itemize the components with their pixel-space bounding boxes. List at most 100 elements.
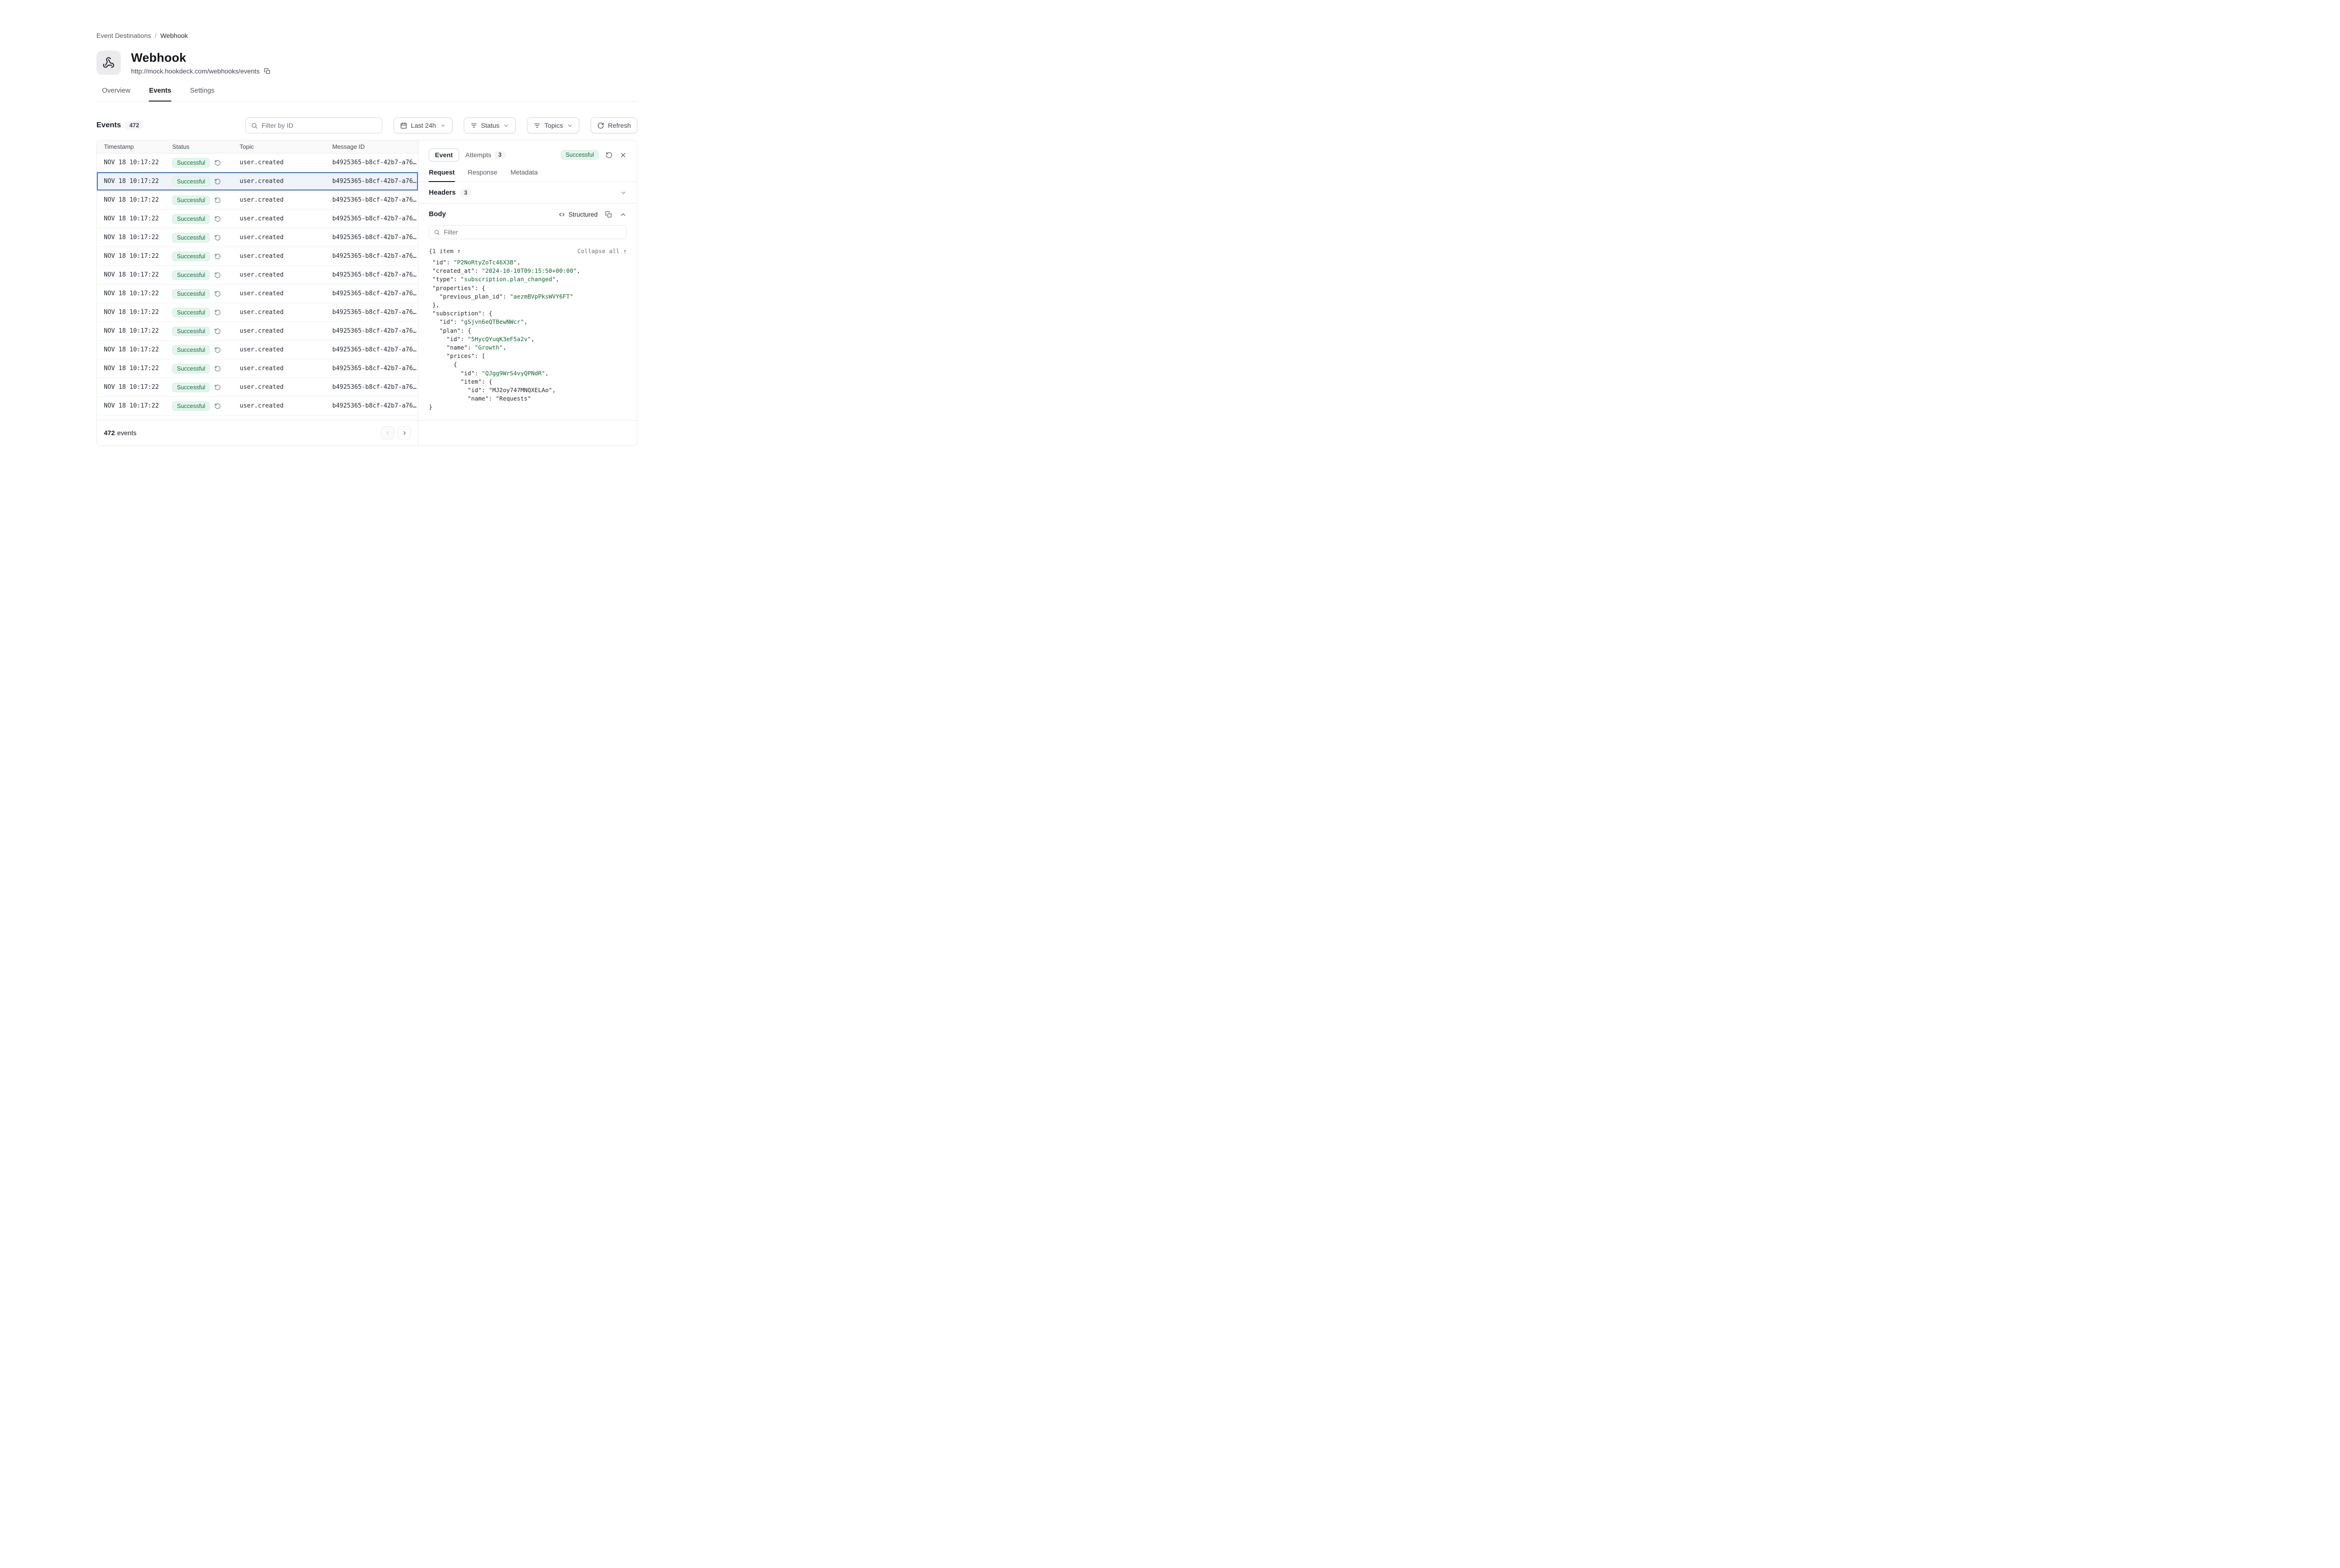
event-tab-chip[interactable]: Event <box>429 148 459 161</box>
tab-events[interactable]: Events <box>149 87 171 102</box>
table-row[interactable]: NOV 18 10:17:22Successfuluser.createdb49… <box>97 303 418 322</box>
json-line: "prices": [ <box>429 352 627 360</box>
retry-icon[interactable] <box>214 328 221 335</box>
status-filter-button[interactable]: Status <box>464 117 516 133</box>
cell-timestamp: NOV 18 10:17:22 <box>104 365 172 372</box>
retry-icon[interactable] <box>214 403 221 409</box>
chevron-up-icon[interactable] <box>620 211 627 218</box>
page: Event Destinations / Webhook Webhook htt… <box>96 32 637 446</box>
cell-topic: user.created <box>240 384 332 391</box>
table-row[interactable]: NOV 18 10:17:22Successfuluser.createdb49… <box>97 397 418 416</box>
cell-message-id: b4925365-b8cf-42b7-a76… <box>332 234 418 241</box>
subtab-response[interactable]: Response <box>468 168 497 182</box>
retry-event-icon[interactable] <box>606 152 613 159</box>
retry-icon[interactable] <box>214 197 221 204</box>
body-filter-searchbox[interactable] <box>429 225 627 239</box>
pagination <box>381 426 411 439</box>
topics-filter-button[interactable]: Topics <box>527 117 579 133</box>
retry-icon[interactable] <box>214 234 221 241</box>
attempts-tab[interactable]: Attempts 3 <box>466 151 505 159</box>
cell-message-id: b4925365-b8cf-42b7-a76… <box>332 178 418 185</box>
code-brackets-icon <box>558 211 565 218</box>
close-panel-icon[interactable] <box>620 152 627 159</box>
filter-icon <box>470 122 477 129</box>
retry-icon[interactable] <box>214 253 221 260</box>
cell-timestamp: NOV 18 10:17:22 <box>104 253 172 260</box>
table-row[interactable]: NOV 18 10:17:22Successfuluser.createdb49… <box>97 378 418 397</box>
retry-icon[interactable] <box>214 365 221 372</box>
cell-message-id: b4925365-b8cf-42b7-a76… <box>332 402 418 409</box>
subtab-metadata[interactable]: Metadata <box>511 168 538 182</box>
breadcrumb-parent-link[interactable]: Event Destinations <box>96 32 151 39</box>
retry-icon[interactable] <box>214 272 221 278</box>
table-row[interactable]: NOV 18 10:17:22Successfuluser.createdb49… <box>97 172 418 191</box>
cell-timestamp: NOV 18 10:17:22 <box>104 234 172 241</box>
next-page-button[interactable] <box>398 426 411 439</box>
cell-timestamp: NOV 18 10:17:22 <box>104 402 172 409</box>
headers-section-title: Headers <box>429 189 455 197</box>
cell-message-id: b4925365-b8cf-42b7-a76… <box>332 290 418 297</box>
table-row[interactable]: NOV 18 10:17:22Successfuluser.createdb49… <box>97 322 418 341</box>
retry-icon[interactable] <box>214 178 221 185</box>
retry-icon[interactable] <box>214 347 221 353</box>
webhook-icon <box>96 51 121 75</box>
chevron-right-icon <box>402 430 408 436</box>
table-row[interactable]: NOV 18 10:17:22Successfuluser.createdb49… <box>97 191 418 210</box>
breadcrumb-current: Webhook <box>161 32 188 39</box>
cell-status: Successful <box>172 364 240 373</box>
tab-settings[interactable]: Settings <box>190 87 214 101</box>
copy-url-icon[interactable] <box>264 68 271 74</box>
cell-status: Successful <box>172 158 240 168</box>
body-section-title: Body <box>429 211 446 218</box>
refresh-button[interactable]: Refresh <box>591 117 637 133</box>
detail-header: Event Attempts 3 Successful <box>418 140 637 161</box>
table-row[interactable]: NOV 18 10:17:22Successfuluser.createdb49… <box>97 284 418 303</box>
retry-icon[interactable] <box>214 291 221 297</box>
tab-overview[interactable]: Overview <box>102 87 130 101</box>
table-row[interactable]: NOV 18 10:17:22Successfuluser.createdb49… <box>97 247 418 266</box>
chevron-down-icon[interactable] <box>620 190 627 196</box>
structured-view-toggle[interactable]: Structured <box>558 211 598 218</box>
copy-body-icon[interactable] <box>605 211 612 218</box>
body-filter-input[interactable] <box>444 229 622 236</box>
json-line: }, <box>429 301 627 309</box>
table-row[interactable]: NOV 18 10:17:22Successfuluser.createdb49… <box>97 228 418 247</box>
status-badge: Successful <box>172 401 210 411</box>
cell-topic: user.created <box>240 253 332 260</box>
headers-count-badge: 3 <box>461 189 471 197</box>
refresh-label: Refresh <box>608 122 631 129</box>
status-filter-label: Status <box>481 122 500 129</box>
filter-by-id-input[interactable] <box>262 122 377 129</box>
header-text: Webhook http://mock.hookdeck.com/webhook… <box>131 51 271 75</box>
cell-topic: user.created <box>240 365 332 372</box>
json-root-toggle[interactable]: {1 item ↑ <box>429 248 461 255</box>
retry-icon[interactable] <box>214 216 221 222</box>
table-row[interactable]: NOV 18 10:17:22Successfuluser.createdb49… <box>97 341 418 359</box>
retry-icon[interactable] <box>214 160 221 166</box>
subtab-request[interactable]: Request <box>429 168 454 182</box>
json-line: { <box>429 360 627 369</box>
status-badge: Successful <box>172 345 210 355</box>
filter-by-id-searchbox[interactable] <box>245 117 382 133</box>
previous-page-button[interactable] <box>381 426 394 439</box>
table-row[interactable]: NOV 18 10:17:22Successfuluser.createdb49… <box>97 359 418 378</box>
retry-icon[interactable] <box>214 384 221 391</box>
table-row[interactable]: NOV 18 10:17:22Successfuluser.createdb49… <box>97 266 418 284</box>
breadcrumb-separator: / <box>155 32 157 39</box>
chevron-down-icon <box>567 123 573 129</box>
table-row[interactable]: NOV 18 10:17:22Successfuluser.createdb49… <box>97 210 418 228</box>
collapse-all-button[interactable]: Collapse all ↑ <box>578 248 627 255</box>
events-total-count: 472 <box>104 429 115 437</box>
headers-section-row[interactable]: Headers 3 <box>418 182 637 204</box>
cell-timestamp: NOV 18 10:17:22 <box>104 159 172 166</box>
table-row[interactable]: NOV 18 10:17:22Successfuluser.createdb49… <box>97 153 418 172</box>
json-line: "id": "QJgg9WrS4vyQPNdR", <box>429 369 627 378</box>
search-icon <box>434 229 440 235</box>
webhook-url: http://mock.hookdeck.com/webhooks/events <box>131 67 260 75</box>
column-message-id: Message ID <box>332 143 418 150</box>
time-range-button[interactable]: Last 24h <box>394 117 453 133</box>
table-row[interactable]: NOV 18 10:17:22Successfuluser.createdb49… <box>97 416 418 420</box>
arrow-up-icon: ↑ <box>623 248 627 255</box>
retry-icon[interactable] <box>214 309 221 316</box>
event-status-badge: Successful <box>561 150 599 160</box>
